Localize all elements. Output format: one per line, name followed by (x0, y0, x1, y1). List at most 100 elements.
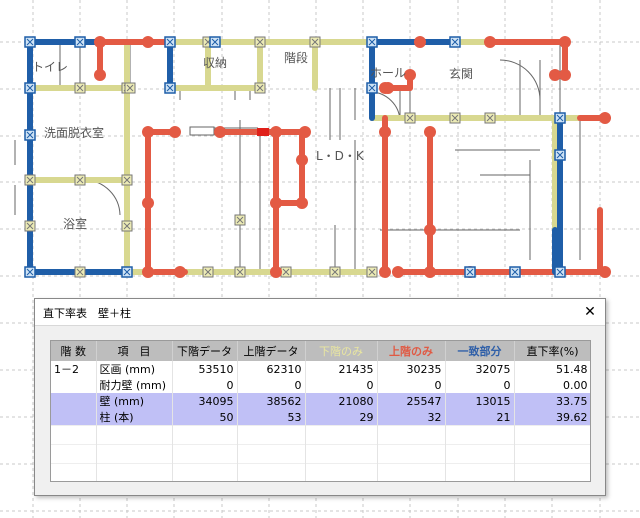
table-row[interactable]: 1－2 区画 (mm) 53510 62310 21435 30235 3207… (51, 361, 590, 377)
col-lower-data[interactable]: 下階データ (172, 341, 238, 361)
upper-pillar-node (549, 69, 561, 81)
item-unit: (mm) (136, 379, 167, 392)
table-row[interactable]: 耐力壁 (mm) 0 0 0 0 0 0.00 (51, 377, 590, 393)
upper-pillar-node (424, 126, 436, 138)
upper-wall-marker (257, 128, 269, 136)
upper-pillar-node (379, 266, 391, 278)
cell-rate: 39.62 (514, 409, 590, 426)
cell-item: 区画 (mm) (96, 361, 173, 377)
col-upper-data[interactable]: 上階データ (237, 341, 306, 361)
empty-row (51, 444, 590, 464)
cell-rate: 0.00 (514, 377, 590, 393)
room-label-entrance: 玄関 (449, 66, 473, 81)
item-name: 柱 (99, 411, 111, 424)
upper-pillar-node (379, 126, 391, 138)
upper-pillar-node (379, 82, 391, 94)
cell-lower: 34095 (172, 393, 238, 409)
window-mark (189, 126, 215, 136)
upper-pillar-node (169, 126, 181, 138)
cell-floor: 1－2 (51, 361, 97, 377)
door-swing (84, 179, 121, 216)
upper-pillar-node (174, 266, 186, 278)
upper-pillar-node (299, 126, 311, 138)
upper-pillar-node (296, 197, 308, 209)
table-header: 階 数 項 目 下階データ 上階データ 下階のみ 上階のみ 一致部分 直下率(%… (51, 341, 590, 361)
close-icon[interactable]: ✕ (575, 299, 605, 325)
cell-match: 0 (445, 377, 515, 393)
cell-lower-only: 21080 (305, 393, 378, 409)
item-name: 耐力壁 (99, 379, 133, 392)
item-name: 壁 (99, 395, 111, 408)
upper-pillar-node (142, 197, 154, 209)
upper-pillar-node (296, 154, 308, 166)
room-label-toilet: トイレ (32, 60, 68, 74)
upper-pillar-node (142, 36, 154, 48)
room-label-stairs: 階段 (284, 50, 308, 65)
cell-match: 32075 (445, 361, 515, 377)
cell-upper: 53 (237, 409, 306, 426)
cell-lower: 50 (172, 409, 238, 426)
item-name: 区画 (99, 363, 122, 376)
cell-match: 21 (445, 409, 515, 426)
underfloor-rate-dialog: 直下率表 壁＋柱 ✕ 階 数 項 目 下階データ 上階データ 下階のみ 上階のみ… (34, 298, 606, 496)
dialog-title: 直下率表 壁＋柱 (43, 307, 131, 320)
rate-table: 階 数 項 目 下階データ 上階データ 下階のみ 上階のみ 一致部分 直下率(%… (51, 341, 590, 481)
item-unit: (本) (114, 411, 134, 424)
table-row[interactable]: 壁 (mm) 34095 38562 21080 25547 13015 33.… (51, 393, 590, 409)
col-match[interactable]: 一致部分 (445, 341, 515, 361)
cell-lower-only: 0 (305, 377, 378, 393)
cell-upper-only: 30235 (377, 361, 446, 377)
upper-pillar-node (94, 36, 106, 48)
upper-pillar-node (142, 126, 154, 138)
cell-upper: 62310 (237, 361, 306, 377)
cell-lower: 53510 (172, 361, 238, 377)
cell-floor (51, 393, 97, 409)
upper-pillar-node (270, 266, 282, 278)
col-item[interactable]: 項 目 (96, 341, 173, 361)
col-lower-only[interactable]: 下階のみ (305, 341, 378, 361)
empty-row (51, 425, 590, 445)
cell-item: 柱 (本) (96, 409, 173, 426)
room-label-storage: 収納 (203, 56, 227, 70)
cell-match: 13015 (445, 393, 515, 409)
cell-lower-only: 29 (305, 409, 378, 426)
cell-lower-only: 21435 (305, 361, 378, 377)
upper-pillar-node (270, 126, 282, 138)
cell-floor (51, 409, 97, 426)
cell-rate: 33.75 (514, 393, 590, 409)
upper-pillar-node (599, 112, 611, 124)
cell-floor (51, 377, 97, 393)
upper-pillar-node (559, 36, 571, 48)
upper-pillar-node (214, 126, 226, 138)
upper-pillar-node (270, 197, 282, 209)
item-unit: (mm) (125, 363, 156, 376)
cell-upper: 38562 (237, 393, 306, 409)
cell-upper-only: 0 (377, 377, 446, 393)
room-label-washroom: 洗面脱衣室 (44, 125, 104, 140)
upper-pillar-node (392, 266, 404, 278)
cell-lower: 0 (172, 377, 238, 393)
room-label-bath: 浴室 (63, 216, 87, 231)
rate-table-grid[interactable]: 階 数 項 目 下階データ 上階データ 下階のみ 上階のみ 一致部分 直下率(%… (50, 340, 591, 482)
dialog-titlebar[interactable]: 直下率表 壁＋柱 ✕ (35, 299, 605, 326)
room-label-hall: ホール (370, 66, 406, 80)
col-floor[interactable]: 階 数 (51, 341, 97, 361)
cell-upper-only: 32 (377, 409, 446, 426)
upper-pillar-node (94, 69, 106, 81)
table-row[interactable]: 柱 (本) 50 53 29 32 21 39.62 (51, 409, 590, 426)
upper-pillar-node (424, 224, 436, 236)
cell-item: 壁 (mm) (96, 393, 173, 409)
item-unit: (mm) (114, 395, 145, 408)
upper-pillar-node (414, 36, 426, 48)
upper-pillar-node (484, 36, 496, 48)
col-rate[interactable]: 直下率(%) (514, 341, 590, 361)
upper-pillar-node (142, 266, 154, 278)
cell-upper: 0 (237, 377, 306, 393)
cell-upper-only: 25547 (377, 393, 446, 409)
upper-pillar-node (424, 266, 436, 278)
cell-rate: 51.48 (514, 361, 590, 377)
upper-pillar-node (599, 266, 611, 278)
cell-item: 耐力壁 (mm) (96, 377, 173, 393)
col-upper-only[interactable]: 上階のみ (377, 341, 446, 361)
empty-row (51, 463, 590, 481)
